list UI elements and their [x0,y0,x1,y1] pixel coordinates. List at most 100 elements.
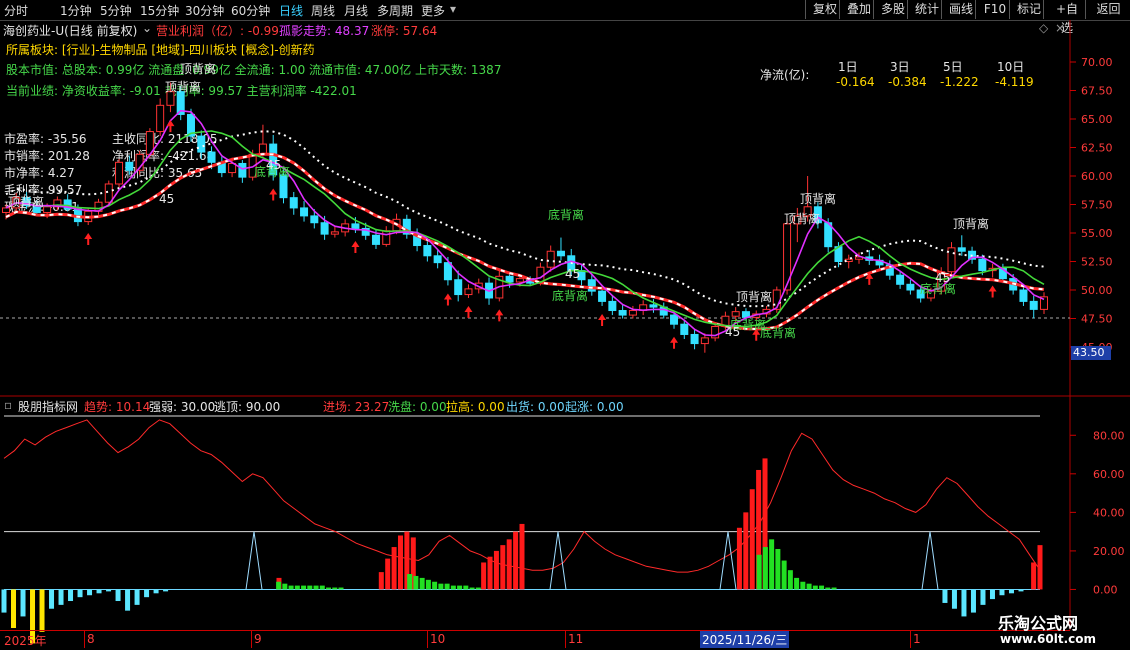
indicator-bar [115,589,121,602]
bottom-divergence-label-3: 底背离 [548,208,585,222]
candle-body [443,262,452,281]
price-tick-label: 47.50 [1081,313,1113,326]
indicator-bar [20,589,26,617]
indicator-bar [307,585,313,590]
indicator-bar [438,583,444,590]
price-tick-label: 67.50 [1081,85,1113,98]
candle-body [125,161,134,171]
indicator-bar [163,589,169,592]
buy-arrow-icon [495,309,504,322]
candle-body [300,207,309,217]
date-cursor-label: 2025/11/26/三 [700,631,790,648]
indicator-bar [282,583,288,590]
candle-body [310,215,319,224]
indicator-bar [87,589,93,596]
fast-marker-4: 45 [725,325,741,339]
top-divergence-label-2: 顶背离 [165,80,202,94]
candle-body [608,300,617,312]
top-divergence-label-3: 顶背离 [8,195,45,209]
candle-body [978,258,987,272]
indicator-bar [1,589,7,613]
indicator-bar [781,560,787,590]
candle-body [289,197,298,209]
ma-green-line [5,130,1045,328]
buy-arrow-icon [84,233,93,246]
candle-body [238,162,247,178]
price-tick-label: 52.50 [1081,256,1113,269]
indicator-bar [385,558,391,590]
indicator-bar [475,587,481,590]
price-tick-label: 70.00 [1081,56,1113,69]
indicator-bar [469,587,475,590]
watermark-title: 乐淘公式网 [998,614,1079,633]
indicator-bar [301,585,307,590]
candle-body [505,275,514,283]
signal-spike [921,531,939,590]
candle-body [515,278,524,283]
top-divergence-label-7: 顶背离 [736,290,773,304]
trend-line-dashes [5,153,1045,331]
indicator-bar [432,581,438,590]
candle-body [957,247,966,252]
indicator-bar [736,527,742,590]
indicator-bar [407,574,413,590]
buy-arrow-icon [351,241,360,253]
buy-arrow-icon [269,188,278,201]
price-tick-label: 50.00 [1081,284,1113,297]
kline-chart[interactable]: 70.00 67.50 65.00 62.50 60.00 57.50 55.00 52.50… [0,0,1130,650]
indicator-bar [951,589,957,609]
candle-body [690,333,699,345]
indicator-bar [319,585,325,590]
indicator-wash: 洗盘: 0.00 [388,400,447,414]
buy-arrow-icon [598,313,607,326]
candle-body [700,337,709,345]
candle-body [330,231,339,235]
date-label-nov: 11 [568,632,584,646]
candle-body [680,323,689,335]
buy-arrow-icon [443,293,452,306]
indicator-bar [942,589,948,603]
indicator-bar [288,585,294,590]
indicator-bar [970,589,976,613]
indicator-bar [425,579,431,590]
buy-arrow-icon [464,305,473,318]
indicator-name[interactable]: 股朋指标网 [18,398,78,415]
top-divergence-label-5: 顶背离 [784,212,821,226]
indicator-bar [457,585,463,590]
indicator-bar [125,589,131,611]
candle-body [628,310,637,316]
candle-body [454,279,463,296]
indicator-bar [481,562,487,590]
candle-body [115,161,124,185]
indicator-bar [961,589,967,617]
candle-body [351,223,360,229]
indicator-ship: 出货: 0.00 [506,400,565,414]
indicator-bar [980,589,986,605]
signal-spike [719,531,737,590]
indicator-square-icon[interactable]: ▫ [4,398,12,412]
indicator-trend: 趋势: 10.14 [84,400,151,414]
signal-spike [245,531,263,590]
indicator-bar [756,554,762,590]
sub-tick-label: 20.00 [1093,545,1125,558]
indicator-bar [999,589,1005,596]
indicator-bar [378,572,384,590]
date-separator [251,630,252,648]
indicator-bar [332,587,338,590]
candle-body [433,255,442,264]
candle-body [546,250,555,268]
indicator-bar [444,583,450,590]
candle-body [649,304,658,308]
indicator-bar [762,547,768,590]
indicator-bar [513,531,519,590]
indicator-bar [1037,545,1043,590]
buy-arrow-icon [670,336,679,349]
price-tick-label: 55.00 [1081,227,1113,240]
candle-body [598,290,607,302]
indicator-bar [812,585,818,590]
trend-line-red [5,152,1045,331]
date-label-sep: 9 [254,632,262,646]
buy-arrow-icon [166,120,175,133]
indicator-entry: 进场: 23.27 [323,400,390,414]
indicator-bar [294,585,300,590]
